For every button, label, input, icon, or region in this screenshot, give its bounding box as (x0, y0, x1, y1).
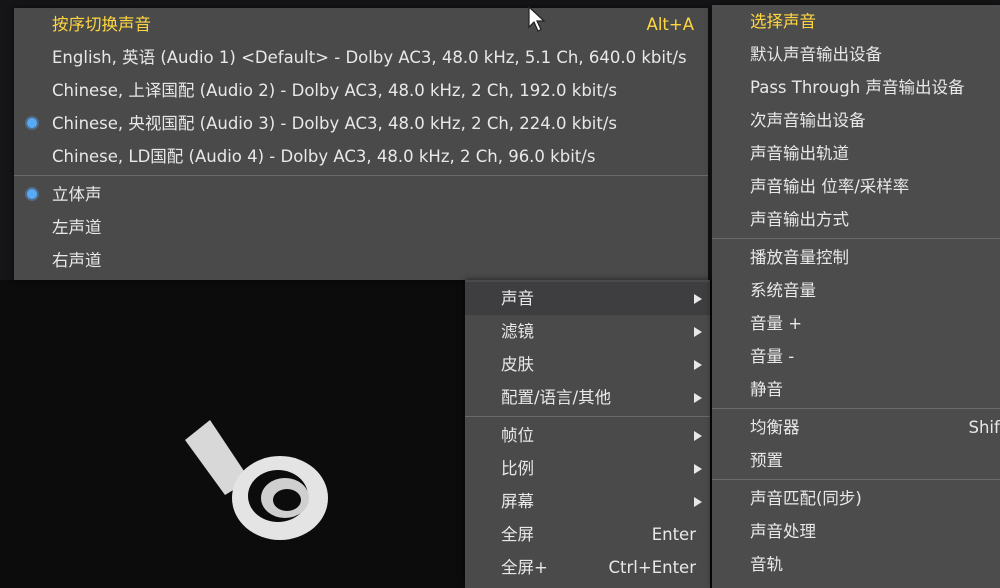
submenu-item-label: 静音 (750, 380, 783, 399)
main-context-menu: 声音 滤镜 皮肤 配置/语言/其他 帧位 比例 屏幕 全屏 Enter 全屏+ … (465, 280, 710, 588)
submenu-item-label: 声音输出方式 (750, 210, 849, 229)
submenu-item-label: 声音输出 位率/采样率 (750, 177, 910, 196)
audio-track-label: English, 英语 (Audio 1) <Default> - Dolby … (52, 48, 687, 67)
submenu-arrow-icon (694, 327, 702, 337)
menu-item-fullscreen-plus[interactable]: 全屏+ Ctrl+Enter (465, 551, 710, 584)
submenu-item-default-output[interactable]: 默认声音输出设备 (712, 38, 1000, 71)
menu-divider (712, 479, 1000, 480)
audio-track-label: Chinese, 上译国配 (Audio 2) - Dolby AC3, 48.… (52, 81, 618, 100)
submenu-item-label: 音轨 (750, 555, 783, 574)
menu-item-screen[interactable]: 屏幕 (465, 485, 710, 518)
audio-track-item-1[interactable]: English, 英语 (Audio 1) <Default> - Dolby … (14, 41, 708, 74)
menu-item-skin[interactable]: 皮肤 (465, 348, 710, 381)
submenu-item-mute[interactable]: 静音 (712, 373, 1000, 406)
submenu-item-label: 声音处理 (750, 522, 816, 541)
submenu-item-label: 声音输出轨道 (750, 144, 849, 163)
submenu-item-label: 音量 + (750, 314, 803, 333)
submenu-item-system-volume[interactable]: 系统音量 (712, 274, 1000, 307)
audio-track-item-4[interactable]: Chinese, LD国配 (Audio 4) - Dolby AC3, 48.… (14, 140, 708, 173)
selected-radio-icon (27, 189, 37, 199)
submenu-item-label: 声音匹配(同步) (750, 489, 862, 508)
submenu-arrow-icon (694, 294, 702, 304)
submenu-item-output-track[interactable]: 声音输出轨道 (712, 137, 1000, 170)
submenu-item-label: 播放音量控制 (750, 248, 849, 267)
menu-divider (14, 175, 708, 176)
channel-label: 立体声 (52, 185, 102, 204)
menu-item-sound[interactable]: 声音 (465, 282, 710, 315)
audio-track-menu: 按序切换声音 Alt+A English, 英语 (Audio 1) <Defa… (14, 8, 708, 280)
submenu-item-secondary-output[interactable]: 次声音输出设备 (712, 104, 1000, 137)
cycle-audio-label: 按序切换声音 (52, 15, 151, 34)
menu-item-label: 屏幕 (501, 492, 534, 511)
submenu-item-select-sound[interactable]: 选择声音 (712, 5, 1000, 38)
submenu-item-processing[interactable]: 声音处理 (712, 515, 1000, 548)
selected-radio-icon (27, 118, 37, 128)
submenu-item-preset[interactable]: 预置 (712, 444, 1000, 477)
submenu-item-label: 默认声音输出设备 (750, 45, 882, 64)
submenu-item-volume-control[interactable]: 播放音量控制 (712, 241, 1000, 274)
menu-item-label: 配置/语言/其他 (501, 388, 612, 407)
submenu-item-label: 次声音输出设备 (750, 111, 866, 130)
audio-track-label: Chinese, 央视国配 (Audio 3) - Dolby AC3, 48.… (52, 114, 618, 133)
submenu-item-label: 音量 - (750, 347, 795, 366)
menu-item-label: 比例 (501, 459, 534, 478)
sound-submenu: 选择声音 默认声音输出设备 Pass Through 声音输出设备 次声音输出设… (712, 5, 1000, 588)
menu-item-label: 声音 (501, 289, 534, 308)
submenu-item-label: 选择声音 (750, 12, 816, 31)
channel-item-right[interactable]: 右声道 (14, 244, 708, 277)
audio-track-item-2[interactable]: Chinese, 上译国配 (Audio 2) - Dolby AC3, 48.… (14, 74, 708, 107)
menu-item-label: 全屏 (501, 525, 534, 544)
audio-track-label: Chinese, LD国配 (Audio 4) - Dolby AC3, 48.… (52, 147, 596, 166)
submenu-item-label: 均衡器 (750, 418, 800, 437)
submenu-item-sync[interactable]: 声音匹配(同步) (712, 482, 1000, 515)
submenu-arrow-icon (694, 431, 702, 441)
submenu-item-passthrough-output[interactable]: Pass Through 声音输出设备 (712, 71, 1000, 104)
submenu-item-label: 系统音量 (750, 281, 816, 300)
audio-track-item-3[interactable]: Chinese, 央视国配 (Audio 3) - Dolby AC3, 48.… (14, 107, 708, 140)
menu-item-fullscreen[interactable]: 全屏 Enter (465, 518, 710, 551)
submenu-item-equalizer[interactable]: 均衡器 Shift (712, 411, 1000, 444)
submenu-item-label: 预置 (750, 451, 783, 470)
menu-item-label: 帧位 (501, 426, 534, 445)
submenu-item-audio-track[interactable]: 音轨 (712, 548, 1000, 581)
submenu-item-volume-down[interactable]: 音量 - (712, 340, 1000, 373)
submenu-item-output-bitrate[interactable]: 声音输出 位率/采样率 (712, 170, 1000, 203)
submenu-item-shortcut: Shift (968, 418, 1000, 437)
video-frame-ribbon-graphic (185, 420, 328, 540)
submenu-item-output-mode[interactable]: 声音输出方式 (712, 203, 1000, 236)
menu-item-shortcut: Ctrl+Enter (608, 558, 696, 577)
menu-item-frame[interactable]: 帧位 (465, 419, 710, 452)
channel-item-stereo[interactable]: 立体声 (14, 178, 708, 211)
menu-item-label: 全屏+ (501, 558, 548, 577)
submenu-item-volume-up[interactable]: 音量 + (712, 307, 1000, 340)
menu-item-shortcut: Enter (651, 525, 696, 544)
menu-divider (465, 416, 710, 417)
menu-item-label: 皮肤 (501, 355, 534, 374)
menu-divider (712, 238, 1000, 239)
submenu-item-label: Pass Through 声音输出设备 (750, 78, 965, 97)
submenu-arrow-icon (694, 464, 702, 474)
channel-label: 左声道 (52, 218, 102, 237)
menu-divider (712, 408, 1000, 409)
menu-item-filter[interactable]: 滤镜 (465, 315, 710, 348)
channel-item-left[interactable]: 左声道 (14, 211, 708, 244)
menu-item-config[interactable]: 配置/语言/其他 (465, 381, 710, 414)
submenu-arrow-icon (694, 497, 702, 507)
menu-item-label: 滤镜 (501, 322, 534, 341)
submenu-arrow-icon (694, 393, 702, 403)
channel-label: 右声道 (52, 251, 102, 270)
cycle-audio-shortcut: Alt+A (646, 15, 694, 34)
cycle-audio-item[interactable]: 按序切换声音 Alt+A (14, 8, 708, 41)
menu-item-ratio[interactable]: 比例 (465, 452, 710, 485)
submenu-arrow-icon (694, 360, 702, 370)
